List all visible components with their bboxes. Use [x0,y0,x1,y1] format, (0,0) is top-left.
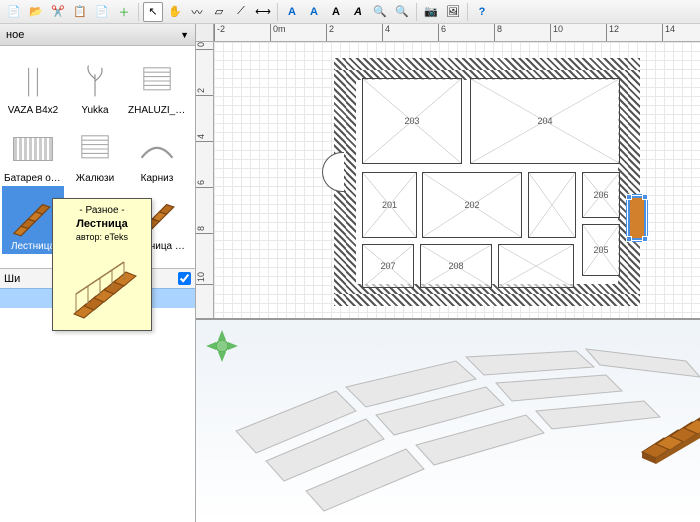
ruler-tick: 4 [196,134,213,142]
add-icon[interactable]: ＋ [114,2,134,22]
zoom-out-icon[interactable]: 🔍 [370,2,390,22]
staircase-object-selected[interactable] [628,196,646,240]
dimension-icon[interactable]: ⟷ [253,2,273,22]
polyline-icon[interactable]: ⟋ [231,2,251,22]
room[interactable]: 205 [582,224,620,276]
blinds-icon [133,59,181,103]
floorplan: 203 204 201 202 206 205 207 208 [334,58,640,306]
tooltip-name: Лестница [57,218,147,230]
resize-handle[interactable] [642,194,648,200]
ruler-tick: 12 [606,24,619,41]
furniture-label: Жалюзи [66,173,124,184]
ruler-origin [196,24,214,42]
wall-icon[interactable]: 〰 [187,2,207,22]
category-label: ное [6,29,24,41]
ruler-tick: 10 [550,24,563,41]
room[interactable]: 203 [362,78,462,164]
furniture-item[interactable]: VAZA B4x2 [2,50,64,118]
tooltip-preview [62,246,142,326]
room-number: 205 [593,245,608,255]
chevron-down-icon: ▼ [180,30,189,40]
copy-icon[interactable]: 📋 [70,2,90,22]
ruler-tick: 10 [196,272,213,285]
category-dropdown[interactable]: ное ▼ [0,24,195,46]
visibility-checkbox[interactable] [178,272,191,285]
ruler-tick: 6 [196,180,213,188]
ruler-horizontal: -2 0m 2 4 6 8 10 12 14 [214,24,700,42]
room[interactable] [498,244,574,288]
furniture-label: ZHALUZI_g... [128,105,186,116]
text-b-icon[interactable]: A [304,2,324,22]
plan-view[interactable]: -20m2468101214 0246810 20320420120220620… [196,24,700,320]
room[interactable]: 204 [470,78,620,164]
ruler-tick: 0 [196,42,213,50]
help-icon[interactable]: ? [472,2,492,22]
room[interactable]: 206 [582,172,620,218]
ruler-tick: 8 [494,24,502,41]
ruler-tick: 8 [196,226,213,234]
text-a-icon[interactable]: A [282,2,302,22]
resize-handle[interactable] [626,194,632,200]
resize-handle[interactable] [642,236,648,242]
walls-3d [196,320,700,522]
room-number: 203 [404,116,419,126]
view-3d[interactable] [196,320,700,522]
furniture-label: VAZA B4x2 [4,105,62,116]
staircase-3d [634,394,700,464]
bay-left [322,152,344,192]
ruler-tick: 2 [326,24,334,41]
room-icon[interactable]: ▱ [209,2,229,22]
plant-icon [71,59,119,103]
room-number: 204 [537,116,552,126]
furniture-item[interactable]: Батарея от... [2,118,64,186]
ruler-tick: -2 [214,24,225,41]
blinds2-icon [71,127,119,171]
room[interactable]: 207 [362,244,414,288]
furniture-item[interactable]: ZHALUZI_g... [126,50,188,118]
pan-icon[interactable]: ✋ [165,2,185,22]
furniture-label: Батарея от... [4,173,62,184]
room[interactable]: 201 [362,172,417,238]
furniture-item[interactable]: Жалюзи [64,118,126,186]
room-number: 201 [382,200,397,210]
paste-icon[interactable]: 📄 [92,2,112,22]
col-width: Ши [4,273,20,285]
furniture-tooltip: - Разное - Лестница автор: eTeks [52,198,152,331]
room-number: 208 [448,261,463,271]
room-number: 207 [380,261,395,271]
text-d-icon[interactable]: A [348,2,368,22]
room-number: 202 [464,200,479,210]
room[interactable] [528,172,576,238]
furniture-item[interactable]: Карниз [126,118,188,186]
select-icon[interactable]: ↖ [143,2,163,22]
furniture-label: Карниз [128,173,186,184]
plan-canvas[interactable]: 203 204 201 202 206 205 207 208 [214,42,700,318]
cut-icon[interactable]: ✂️ [48,2,68,22]
tooltip-author: автор: eTeks [57,232,147,242]
resize-handle[interactable] [626,236,632,242]
room[interactable]: 202 [422,172,522,238]
zoom-in-icon[interactable]: 🔍 [392,2,412,22]
furniture-item[interactable]: Yukka [64,50,126,118]
open-icon[interactable]: 📂 [26,2,46,22]
furniture-label: Yukka [66,105,124,116]
cornice-icon [133,127,181,171]
radiator-icon [9,127,57,171]
new-icon[interactable]: 📄 [4,2,24,22]
ruler-tick: 14 [662,24,675,41]
stairs-icon [9,195,57,239]
snapshot-icon[interactable]: 🖼 [443,2,463,22]
camera-icon[interactable]: 📷 [421,2,441,22]
room[interactable]: 208 [420,244,492,288]
ruler-tick: 6 [438,24,446,41]
room-number: 206 [593,190,608,200]
vase-icon [9,59,57,103]
main-toolbar: 📄 📂 ✂️ 📋 📄 ＋ ↖ ✋ 〰 ▱ ⟋ ⟷ A A A A 🔍 🔍 📷 🖼… [0,0,700,24]
ruler-tick: 4 [382,24,390,41]
text-c-icon[interactable]: A [326,2,346,22]
ruler-tick: 2 [196,88,213,96]
ruler-tick: 0m [270,24,286,41]
tooltip-category: - Разное - [57,205,147,216]
ruler-vertical: 0 2 4 6 8 10 [196,42,214,318]
